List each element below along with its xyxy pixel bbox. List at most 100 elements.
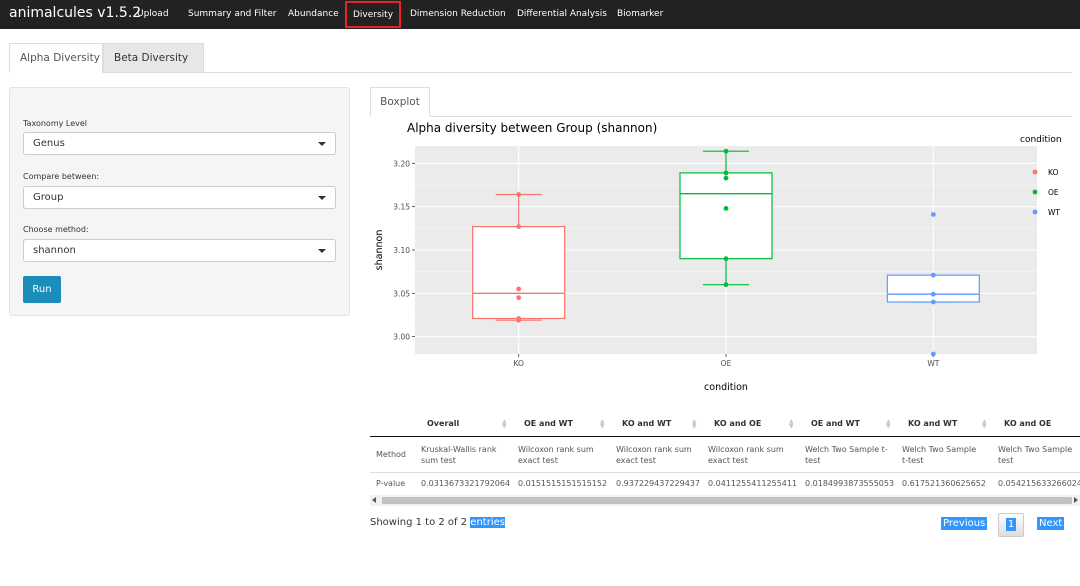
run-button[interactable]: Run [23, 276, 61, 303]
table-row-border [370, 472, 1080, 473]
cell-line: Welch Two Sample [998, 445, 1073, 454]
data-point [930, 299, 936, 305]
table-cell: Welch Two Sample t-test [902, 444, 976, 466]
table-cell: 0.617521360625652 [902, 478, 986, 489]
choose-method-select[interactable]: shannon [23, 239, 336, 262]
column-header[interactable]: OE and WT [524, 412, 573, 436]
column-header[interactable]: KO and OE [714, 412, 761, 436]
table-cell: Welch Two Sample test [998, 444, 1072, 466]
data-point [516, 286, 522, 292]
nav-dimension-reduction[interactable]: Dimension Reduction [404, 0, 512, 29]
taxonomy-level-value: Genus [33, 138, 65, 149]
y-tick-label: 3.15 [393, 203, 410, 212]
previous-page-button[interactable]: Previous [941, 517, 988, 530]
sort-icon: ▲ ▼ [886, 418, 891, 430]
data-point [723, 282, 729, 288]
table-cell: Welch Two Sample t-test [805, 444, 888, 466]
cell-line: exact test [616, 456, 656, 465]
row-label: P-value [376, 479, 406, 488]
tab-alpha-diversity[interactable]: Alpha Diversity [9, 43, 103, 73]
sort-icon: ▲ ▼ [692, 418, 697, 430]
boxplot-svg: 3.00 3.05 3.10 3.15 3.20 KO OE WT Alpha diversit… [374, 121, 1062, 393]
cell-line: test [805, 456, 821, 465]
cell-line: Welch Two Sample t- [805, 445, 888, 454]
nav-differential-analysis[interactable]: Differential Analysis [511, 0, 613, 29]
column-header[interactable]: OE and WT [811, 412, 860, 436]
box-iqr [886, 274, 980, 303]
choose-method-value: shannon [33, 245, 76, 256]
nav-summary-and-filter[interactable]: Summary and Filter [182, 0, 282, 29]
y-axis-label: shannon [374, 230, 385, 271]
nav-abundance[interactable]: Abundance [282, 0, 345, 29]
data-point [516, 192, 522, 197]
cell-line: t-test [902, 456, 924, 465]
cell-line: 0.0313673321792064 [421, 479, 511, 488]
data-point [516, 224, 522, 229]
nav-diversity[interactable]: Diversity [345, 1, 402, 28]
table-cell: Wilcoxon rank sum exact test [616, 444, 692, 466]
scroll-right-icon[interactable] [1074, 497, 1078, 503]
nav-biomarker[interactable]: Biomarker [611, 0, 669, 29]
tab-boxplot[interactable]: Boxplot [370, 87, 430, 117]
compare-between-select[interactable]: Group [23, 186, 336, 209]
scroll-thumb[interactable] [382, 497, 1072, 504]
data-point [930, 291, 936, 297]
next-page-button[interactable]: Next [1037, 517, 1065, 530]
data-point [723, 148, 729, 154]
y-tick-label: 3.10 [393, 246, 410, 255]
data-point [723, 175, 729, 181]
cell-line: 0.054215633266024 [998, 479, 1080, 488]
choose-method-label: Choose method: [23, 225, 89, 234]
x-tick-label: KO [513, 359, 524, 368]
settings-panel: Taxonomy Level Genus Compare between: Gr… [9, 87, 350, 316]
box-iqr [679, 172, 773, 260]
chart-title: Alpha diversity between Group (shannon) [407, 121, 657, 135]
sub-tabs-divider [430, 116, 1072, 117]
cell-line: Welch Two Sample [902, 445, 977, 454]
cell-line: test [998, 456, 1014, 465]
alpha-diversity-boxplot: 3.00 3.05 3.10 3.15 3.20 KO OE WT Alpha diversit… [370, 118, 1080, 400]
data-point [723, 256, 729, 262]
cell-line: Wilcoxon rank sum [708, 445, 784, 454]
table-info-suffix: entries [470, 517, 505, 528]
caret-down-icon [318, 196, 326, 200]
box-iqr [472, 225, 566, 320]
taxonomy-level-select[interactable]: Genus [23, 132, 336, 155]
table-cell: Wilcoxon rank sum exact test [518, 444, 594, 466]
table-header-border [370, 436, 1080, 437]
column-header[interactable]: KO and WT [622, 412, 671, 436]
table-cell: 0.054215633266024 [998, 478, 1080, 489]
navbar: animalcules v1.5.2 Upload Summary and Fi… [0, 0, 1080, 29]
table-cell: 0.0151515151515152 [518, 478, 607, 489]
column-header[interactable]: Overall [427, 412, 459, 436]
table-horizontal-scrollbar[interactable] [370, 495, 1080, 506]
app-brand[interactable]: animalcules v1.5.2 [9, 5, 141, 21]
legend-key [1032, 169, 1038, 175]
data-point [930, 212, 936, 217]
page-1-button[interactable]: 1 [998, 513, 1024, 537]
legend-label: OE [1048, 188, 1059, 197]
table-cell: 0.937229437229437 [616, 478, 700, 489]
sort-icon: ▲ ▼ [600, 418, 605, 430]
table-info-prefix: Showing 1 to 2 of 2 [370, 517, 471, 528]
column-header[interactable]: KO and WT [908, 412, 957, 436]
sort-icon: ▲ ▼ [789, 418, 794, 430]
scroll-left-icon[interactable] [372, 497, 376, 503]
y-tick-label: 3.00 [393, 333, 410, 342]
nav-upload[interactable]: Upload [131, 0, 175, 29]
cell-line: exact test [708, 456, 748, 465]
cell-line: Kruskal-Wallis rank [421, 445, 497, 454]
x-axis-label: condition [704, 382, 748, 393]
cell-line: exact test [518, 456, 558, 465]
cell-line: 0.0411255411255411 [708, 479, 798, 488]
x-tick-label: WT [927, 359, 939, 368]
legend-key [1032, 189, 1038, 195]
legend-label: KO [1048, 168, 1059, 177]
tab-beta-diversity[interactable]: Beta Diversity [103, 43, 204, 73]
column-header[interactable]: KO and OE [1004, 412, 1051, 436]
cell-line: Wilcoxon rank sum [518, 445, 594, 454]
row-label: Method [376, 450, 407, 459]
table-cell: 0.0411255411255411 [708, 478, 797, 489]
data-point [516, 316, 522, 321]
table-cell: 0.0184993873555053 [805, 478, 894, 489]
